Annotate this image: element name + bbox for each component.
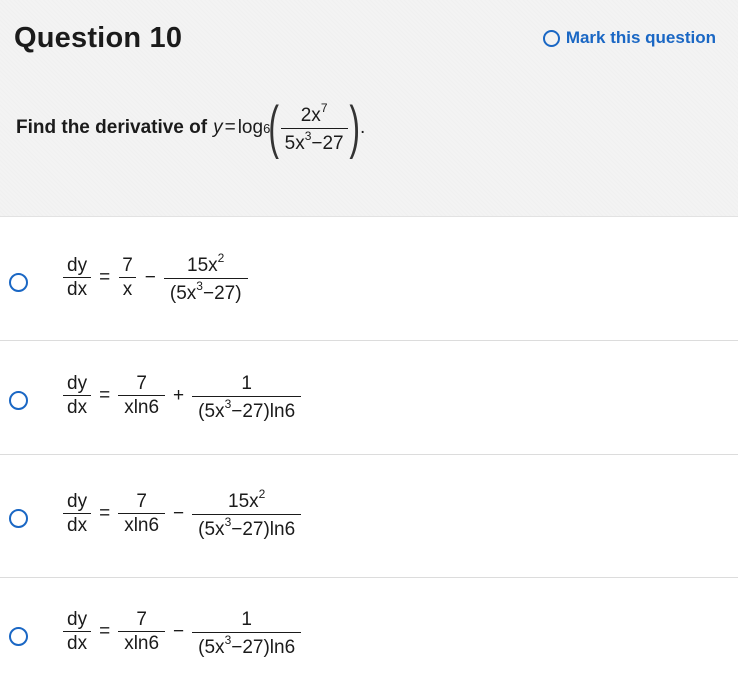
left-paren: ( (268, 95, 280, 160)
dy: dy (67, 490, 88, 512)
radio-button[interactable] (9, 627, 28, 646)
option-expression: dy dx = 7 xln6 − 15x2 (5x3−27)ln6 (60, 487, 304, 541)
term2-fraction: 1 (5x3−27)ln6 (192, 606, 302, 659)
operator: − (173, 503, 185, 525)
denominator-term: 5x (284, 132, 305, 154)
divider (0, 340, 738, 341)
period: . (359, 117, 366, 138)
circle-icon (542, 29, 560, 47)
term1-denominator: xln6 (118, 513, 166, 537)
dy-dx-fraction: dy dx (63, 254, 92, 302)
term2-numerator: 15x2 (181, 251, 230, 278)
mark-question-button[interactable]: Mark this question (542, 28, 716, 48)
option-expression: dy dx = 7x − 15x2 (5x3−27) (60, 251, 251, 305)
term2-denominator: (5x3−27)ln6 (192, 513, 302, 541)
question-title: Question 10 (14, 22, 183, 54)
option-expression: dy dx = 7 xln6 − 1 (5x3−27)ln6 (60, 606, 304, 659)
term1-denominator: x (118, 277, 137, 301)
answer-option-3[interactable]: dy dx = 7 xln6 − 15x2 (5x3−27)ln6 (0, 482, 738, 552)
option-expression: dy dx = 7 xln6 + 1 (5x3−27)ln6 (60, 370, 304, 423)
term2-den-b: −27)ln6 (231, 518, 296, 540)
denominator-constant: −27 (311, 132, 344, 154)
term1-numerator: 7 (136, 490, 147, 512)
term2-den-a: (5x (198, 518, 225, 540)
answer-option-1[interactable]: dy dx = 7x − 15x2 (5x3−27) (0, 246, 738, 316)
log-text: log (237, 117, 264, 138)
term2-numerator-base: 15x (187, 255, 218, 276)
dy: dy (67, 608, 88, 630)
radio-button[interactable] (9, 509, 28, 528)
dy-dx-fraction: dy dx (63, 372, 92, 420)
term2-numerator-exponent: 2 (217, 251, 225, 265)
dy-dx-fraction: dy dx (63, 490, 92, 538)
term2-den-b: −27)ln6 (231, 636, 296, 658)
term2-fraction: 15x2 (5x3−27)ln6 (192, 487, 302, 541)
numerator-base: 2x (300, 104, 321, 126)
equals-sign: = (99, 621, 111, 643)
numerator-exponent: 7 (320, 100, 328, 115)
term2-numerator-base: 15x (228, 491, 259, 512)
term1-fraction: 7x (118, 254, 137, 302)
term1-fraction: 7 xln6 (118, 608, 166, 656)
log-argument-fraction: 2x7 5x3−27 (280, 100, 348, 155)
question-prompt: Find the derivative of y = log 6 ( 2x7 5x… (16, 93, 365, 163)
fraction-denominator: 5x3−27 (280, 127, 348, 155)
answer-option-4[interactable]: dy dx = 7 xln6 − 1 (5x3−27)ln6 (0, 600, 738, 670)
equals-sign: = (99, 503, 111, 525)
function-expression: y = log 6 ( 2x7 5x3−27 ) . (213, 99, 365, 157)
mark-question-label: Mark this question (565, 28, 716, 47)
term2-numerator: 1 (235, 606, 258, 632)
dx: dx (63, 277, 92, 301)
term1-numerator: 7 (136, 372, 147, 394)
dy: dy (67, 372, 88, 394)
dx: dx (63, 513, 92, 537)
dx: dx (63, 631, 92, 655)
radio-button[interactable] (9, 273, 28, 292)
term2-numerator: 1 (235, 370, 258, 396)
term2-numerator: 15x2 (222, 487, 271, 514)
term2-den-a: (5x (198, 636, 225, 658)
term2-numerator-base: 1 (241, 609, 252, 630)
divider (0, 577, 738, 578)
term2-numerator-base: 1 (241, 373, 252, 394)
operator: + (173, 385, 185, 407)
term2-den-exponent: 3 (196, 278, 203, 293)
prompt-text: Find the derivative of (16, 117, 208, 138)
answer-option-2[interactable]: dy dx = 7 xln6 + 1 (5x3−27)ln6 (0, 364, 738, 434)
dy-dx-fraction: dy dx (63, 608, 92, 656)
fraction-numerator: 2x7 (297, 100, 332, 128)
operator: − (173, 621, 185, 643)
function-equals: = (224, 117, 236, 138)
term2-denominator: (5x3−27)ln6 (192, 395, 302, 423)
term2-fraction: 1 (5x3−27)ln6 (192, 370, 302, 423)
divider (0, 454, 738, 455)
term1-denominator: xln6 (118, 631, 166, 655)
radio-button[interactable] (9, 391, 28, 410)
function-lhs: y (213, 117, 223, 138)
term1-fraction: 7 xln6 (118, 490, 166, 538)
term2-den-a: (5x (169, 282, 197, 304)
term1-numerator: 7 (122, 254, 133, 276)
question-header: Question 10 Mark this question Find the … (0, 0, 738, 217)
dx: dx (63, 395, 92, 419)
term2-numerator-exponent: 2 (258, 487, 266, 501)
term2-den-b: −27) (202, 282, 242, 304)
right-paren: ) (348, 95, 360, 160)
term2-denominator: (5x3−27) (163, 277, 248, 305)
term2-den-a: (5x (198, 400, 225, 422)
term2-denominator: (5x3−27)ln6 (192, 631, 302, 659)
operator: − (144, 267, 156, 289)
term2-den-b: −27)ln6 (231, 400, 296, 422)
term1-numerator: 7 (136, 608, 147, 630)
term2-fraction: 15x2 (5x3−27) (163, 251, 248, 305)
term1-fraction: 7 xln6 (118, 372, 166, 420)
term1-denominator: xln6 (118, 395, 166, 419)
equals-sign: = (99, 267, 111, 289)
dy: dy (67, 254, 88, 276)
equals-sign: = (99, 385, 111, 407)
